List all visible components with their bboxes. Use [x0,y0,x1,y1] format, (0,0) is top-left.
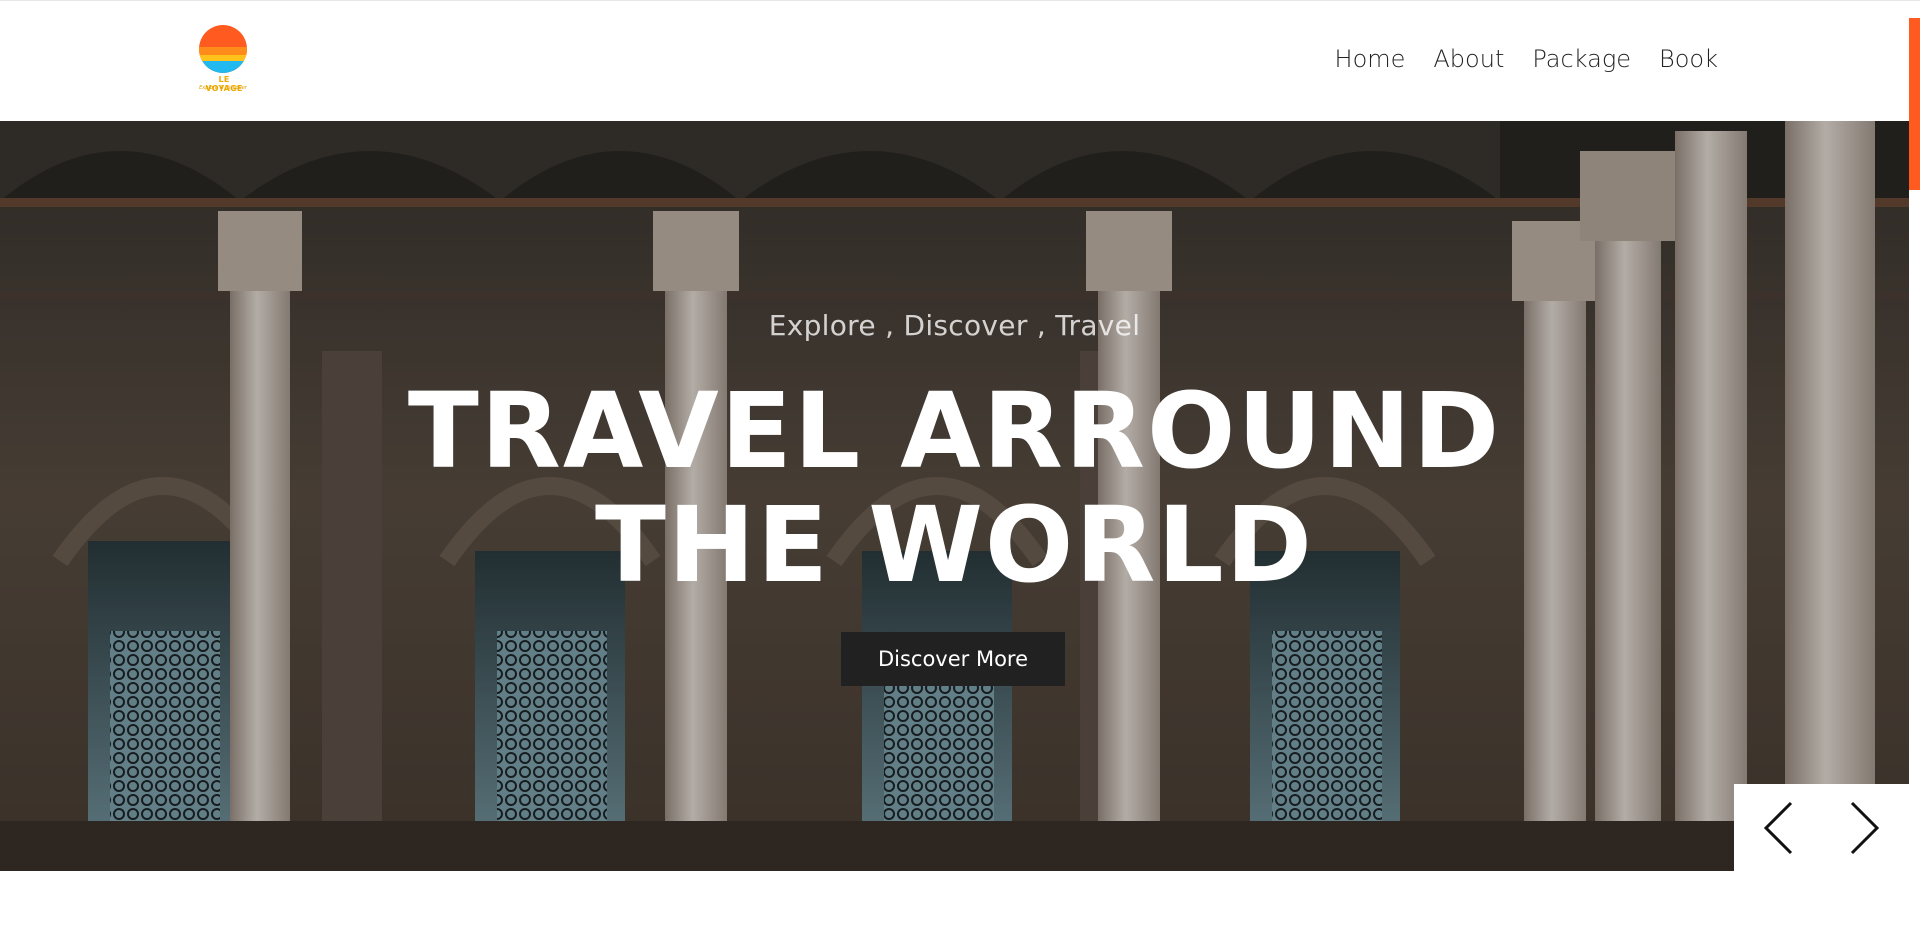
hero-title: TRAVEL ARROUND THE WORLD [0,374,1909,602]
slider-next-button[interactable] [1845,798,1885,858]
slider-prev-button[interactable] [1758,798,1798,858]
chevron-left-icon [1763,801,1792,855]
chevron-right-icon [1851,801,1880,855]
nav-item-package[interactable]: Package [1532,45,1631,73]
main-nav: Home About Package Book [1335,45,1718,73]
slider-controls [1734,784,1909,872]
logo-sun-icon [199,25,247,73]
logo-tagline: Explore & Discover [199,85,247,91]
nav-item-book[interactable]: Book [1659,45,1718,73]
hero-title-line-2: THE WORLD [594,484,1315,606]
hero-subtitle: Explore , Discover , Travel [768,309,1141,342]
site-logo[interactable]: LE VOYAGE Explore & Discover [190,23,256,95]
discover-more-button[interactable]: Discover More [841,632,1065,686]
hero-title-line-1: TRAVEL ARROUND [407,370,1502,492]
hero-section: Explore , Discover , Travel TRAVEL ARROU… [0,121,1909,871]
nav-item-about[interactable]: About [1433,45,1504,73]
site-header: LE VOYAGE Explore & Discover Home About … [0,0,1920,121]
scroll-indicator[interactable] [1909,18,1920,190]
nav-item-home[interactable]: Home [1335,45,1406,73]
